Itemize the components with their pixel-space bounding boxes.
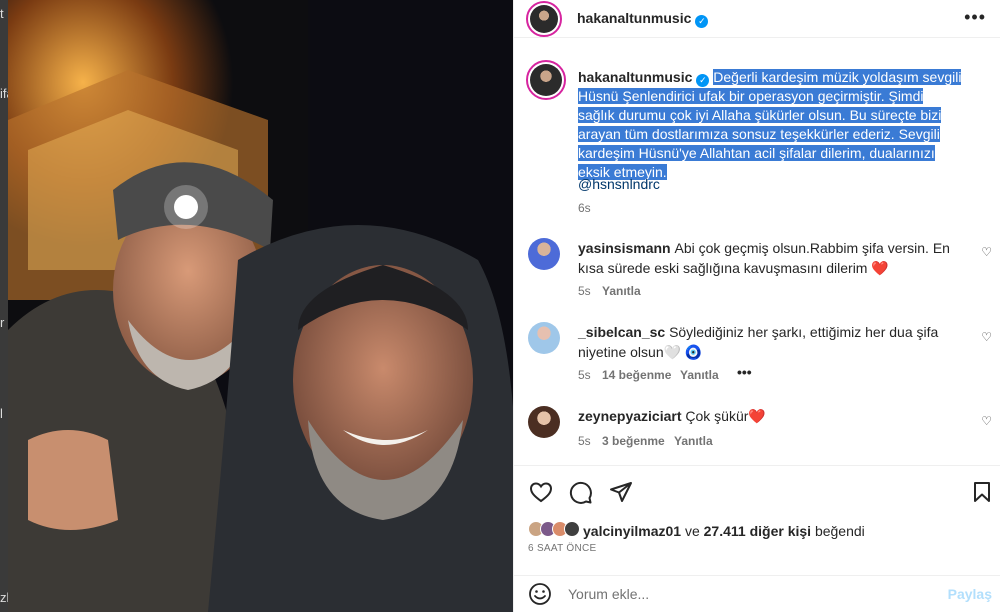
post-timestamp[interactable]: 6 SAAT ÖNCE: [528, 543, 597, 554]
comment-username[interactable]: _sibelcan_sc: [578, 324, 665, 340]
caption-avatar[interactable]: [526, 60, 566, 100]
caption-username[interactable]: hakanaltunmusic: [578, 69, 692, 85]
comment-time[interactable]: 5s: [578, 434, 591, 448]
emoji-icon[interactable]: [528, 582, 552, 606]
caption-text: Değerli kardeşim müzik yoldaşım sevgili …: [578, 69, 962, 180]
more-options-icon[interactable]: •••: [964, 8, 986, 26]
likes-suffix: beğendi: [814, 523, 865, 539]
caption-mention-link[interactable]: @hsnsnlndrc: [578, 176, 660, 192]
author-username-text[interactable]: hakanaltunmusic: [577, 10, 691, 26]
comment-text: Çok şükür❤️: [685, 408, 766, 424]
comment-reply-button[interactable]: Yanıtla: [674, 434, 713, 448]
verified-badge-icon: ✓: [696, 74, 710, 87]
comment-likes-count[interactable]: 3 beğenme: [602, 434, 665, 448]
backdrop-fragment: l: [0, 406, 3, 421]
author-avatar[interactable]: [526, 1, 562, 37]
likes-count[interactable]: 27.411 diğer kişi: [704, 523, 811, 539]
verified-badge-icon: ✓: [695, 15, 709, 28]
post-comment-button[interactable]: Paylaş: [948, 586, 992, 602]
comment-likes-count[interactable]: 14 beğenme: [602, 368, 671, 382]
comment-like-icon[interactable]: ♡: [981, 414, 992, 428]
comment-like-icon[interactable]: ♡: [981, 245, 992, 259]
likes-summary: yalcinyilmaz01 ve 27.411 diğer kişi beğe…: [583, 523, 865, 539]
photo-illustration: [8, 0, 513, 612]
liker-avatar[interactable]: [564, 521, 580, 537]
comment-icon[interactable]: [569, 481, 593, 505]
heart-icon[interactable]: [529, 481, 553, 503]
author-username[interactable]: hakanaltunmusic ✓: [577, 10, 709, 28]
likes-connector: ve: [684, 523, 700, 539]
save-icon[interactable]: [972, 481, 992, 503]
comment-more-icon[interactable]: •••: [737, 364, 752, 380]
comment-time[interactable]: 5s: [578, 284, 591, 298]
comment-item: zeynepyaziciart Çok şükür❤️: [578, 406, 958, 426]
comment-avatar[interactable]: [528, 322, 560, 354]
comment-time[interactable]: 5s: [578, 368, 591, 382]
backdrop-fragment: t: [0, 6, 4, 21]
backdrop-fragment: r: [0, 315, 5, 330]
comment-item: _sibelcan_sc Söylediğiniz her şarkı, ett…: [578, 322, 958, 362]
comment-reply-button[interactable]: Yanıtla: [680, 368, 719, 382]
comment-avatar[interactable]: [528, 406, 560, 438]
comment-avatar[interactable]: [528, 238, 560, 270]
post-caption: hakanaltunmusic ✓ Değerli kardeşim müzik …: [578, 68, 963, 182]
comment-username[interactable]: zeynepyaziciart: [578, 408, 682, 424]
share-icon[interactable]: [609, 481, 633, 503]
comment-input[interactable]: [568, 586, 918, 602]
comment-like-icon[interactable]: ♡: [981, 330, 992, 344]
comment-username[interactable]: yasinsismann: [578, 240, 671, 256]
post-photo[interactable]: [8, 0, 513, 612]
caption-time[interactable]: 6s: [578, 201, 591, 215]
liker-username[interactable]: yalcinyilmaz01: [583, 523, 681, 539]
comment-reply-button[interactable]: Yanıtla: [602, 284, 641, 298]
comment-item: yasinsismann Abi çok geçmiş olsun.Rabbim…: [578, 238, 958, 278]
